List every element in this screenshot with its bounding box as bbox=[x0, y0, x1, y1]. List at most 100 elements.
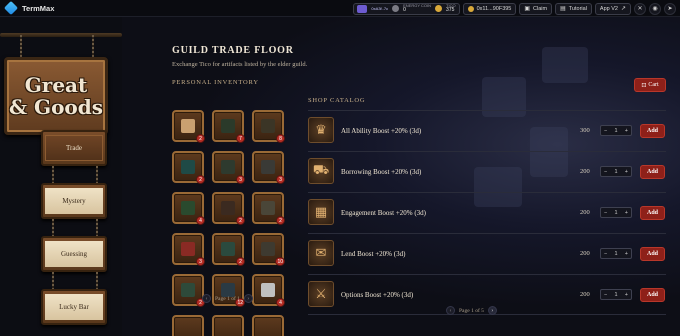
inventory-slot[interactable]: 4 bbox=[172, 192, 205, 225]
plus-icon[interactable]: + bbox=[625, 128, 628, 134]
add-button[interactable]: Add bbox=[640, 247, 665, 261]
cart-icon: ⛟ bbox=[308, 158, 334, 184]
chain bbox=[20, 35, 22, 59]
quantity-stepper[interactable]: − 1 + bbox=[600, 289, 632, 300]
catalog-row: ⛟ Borrowing Boost +20% (3d) 200 − 1 + Add bbox=[308, 151, 666, 192]
inventory-slot[interactable] bbox=[252, 315, 284, 336]
inventory-slot[interactable]: 3 bbox=[252, 151, 285, 184]
quantity-value: 1 bbox=[614, 209, 618, 216]
catalog-page-text: Page 1 of 5 bbox=[459, 307, 484, 314]
wallet-button[interactable]: 0x11...90F395 bbox=[462, 2, 517, 15]
next-page-icon[interactable]: › bbox=[487, 306, 497, 315]
inventory-slot[interactable]: 4 bbox=[252, 274, 285, 307]
inventory-slot[interactable]: 3 bbox=[172, 233, 205, 266]
inventory-slot[interactable]: 8 bbox=[252, 110, 285, 143]
tutorial-button[interactable]: ▤ Tutorial bbox=[555, 2, 592, 15]
inventory-slot[interactable] bbox=[212, 315, 244, 336]
prev-page-icon[interactable]: ‹ bbox=[202, 294, 211, 303]
minus-icon[interactable]: − bbox=[604, 292, 607, 298]
nav-lucky-bar[interactable]: Lucky Bar bbox=[41, 289, 107, 325]
energy-coin-icon bbox=[392, 5, 400, 12]
discord-icon[interactable]: ◉ bbox=[649, 2, 661, 15]
account-badge: 0xA3f..7c bbox=[371, 5, 389, 11]
nav-mystery-label: Mystery bbox=[45, 188, 103, 214]
claim-button[interactable]: ▣ Claim bbox=[519, 2, 553, 15]
item-name: All Ability Boost +20% (3d) bbox=[341, 127, 422, 135]
inventory-slot[interactable]: 7 bbox=[212, 110, 245, 143]
item-name: Engagement Boost +20% (3d) bbox=[341, 209, 427, 217]
app-v2-button[interactable]: App V2 ↗ bbox=[594, 2, 631, 15]
x-icon[interactable]: ✕ bbox=[634, 2, 646, 15]
nav-trade[interactable]: Trade bbox=[41, 130, 107, 166]
wallet-icon bbox=[467, 5, 474, 12]
item-price: 200 bbox=[580, 291, 590, 298]
inventory-slot[interactable]: 3 bbox=[212, 151, 245, 184]
top-bar: TermMax 0xA3f..7c ENERGY COIN 0 TICO 375… bbox=[0, 0, 680, 17]
avatar bbox=[357, 4, 368, 13]
chain bbox=[52, 272, 54, 289]
inventory-slot[interactable]: 2 bbox=[252, 192, 285, 225]
quantity-stepper[interactable]: − 1 + bbox=[600, 125, 632, 136]
nav-mystery[interactable]: Mystery bbox=[41, 183, 107, 219]
prev-page-icon[interactable]: ‹ bbox=[446, 306, 455, 315]
inventory-slot[interactable]: 2 bbox=[212, 192, 245, 225]
add-button[interactable]: Add bbox=[640, 124, 665, 138]
nav-guessing-label: Guessing bbox=[45, 241, 103, 267]
minus-icon[interactable]: − bbox=[604, 210, 607, 216]
inventory-item-icon bbox=[221, 242, 235, 256]
item-count-badge: 2 bbox=[196, 134, 205, 143]
inventory-slot[interactable]: 10 bbox=[252, 233, 285, 266]
item-count-badge: 7 bbox=[236, 134, 245, 143]
inventory-item-icon bbox=[261, 119, 275, 133]
plus-icon[interactable]: + bbox=[625, 210, 628, 216]
inventory-slot[interactable] bbox=[172, 315, 204, 336]
nav-guessing[interactable]: Guessing bbox=[41, 236, 107, 272]
hanging-rod bbox=[0, 33, 122, 37]
account-stats[interactable]: 0xA3f..7c ENERGY COIN 0 TICO 375 bbox=[353, 2, 460, 15]
quantity-stepper[interactable]: − 1 + bbox=[600, 207, 632, 218]
inventory-item-icon bbox=[261, 242, 275, 256]
tutorial-label: Tutorial bbox=[568, 5, 587, 12]
trophy-icon: ♛ bbox=[308, 117, 334, 143]
plus-icon[interactable]: + bbox=[625, 169, 628, 175]
cart-button[interactable]: ⊡ Cart bbox=[634, 78, 666, 92]
minus-icon[interactable]: − bbox=[604, 251, 607, 257]
minus-icon[interactable]: − bbox=[604, 128, 607, 134]
minus-icon[interactable]: − bbox=[604, 169, 607, 175]
quantity-value: 1 bbox=[614, 168, 618, 175]
quantity-stepper[interactable]: − 1 + bbox=[600, 166, 632, 177]
plus-icon[interactable]: + bbox=[625, 251, 628, 257]
item-count-badge: 10 bbox=[275, 257, 285, 266]
tico-value: 375 bbox=[446, 7, 455, 13]
item-count-badge: 3 bbox=[276, 175, 285, 184]
item-name: Options Boost +20% (3d) bbox=[341, 291, 414, 299]
tico-coin-icon bbox=[435, 5, 443, 12]
quantity-stepper[interactable]: − 1 + bbox=[600, 248, 632, 259]
item-name: Borrowing Boost +20% (3d) bbox=[341, 168, 422, 176]
inventory-slot[interactable]: 2 bbox=[172, 110, 205, 143]
add-button[interactable]: Add bbox=[640, 288, 665, 302]
telegram-icon[interactable]: ➤ bbox=[664, 2, 676, 15]
crossed-swords-icon: ⚔ bbox=[308, 281, 334, 307]
quantity-value: 1 bbox=[614, 127, 618, 134]
inventory-slot[interactable]: 2 bbox=[172, 151, 205, 184]
inventory-item-icon bbox=[221, 160, 235, 174]
catalog-pager: ‹ Page 1 of 5 › bbox=[446, 306, 497, 315]
item-name: Lend Boost +20% (3d) bbox=[341, 250, 406, 258]
left-nav: Great & Goods Trade Mystery Guessing Luc… bbox=[0, 17, 122, 336]
catalog-row: ▦ Engagement Boost +20% (3d) 200 − 1 + Add bbox=[308, 192, 666, 233]
item-count-badge: 2 bbox=[276, 216, 285, 225]
inventory-slot[interactable]: 2 bbox=[212, 233, 245, 266]
next-page-icon[interactable]: › bbox=[243, 294, 253, 303]
logo-icon bbox=[3, 0, 19, 16]
add-button[interactable]: Add bbox=[640, 165, 665, 179]
inventory-slot[interactable]: 2 bbox=[172, 274, 205, 307]
plus-icon[interactable]: + bbox=[625, 292, 628, 298]
inventory-item-icon bbox=[181, 119, 195, 133]
cart-label: Cart bbox=[648, 82, 659, 88]
add-button[interactable]: Add bbox=[640, 206, 665, 220]
chain bbox=[96, 272, 98, 289]
energy-value: 0 bbox=[403, 7, 406, 13]
brand[interactable]: TermMax bbox=[3, 0, 54, 17]
wallet-address: 0x11...90F395 bbox=[476, 5, 512, 12]
